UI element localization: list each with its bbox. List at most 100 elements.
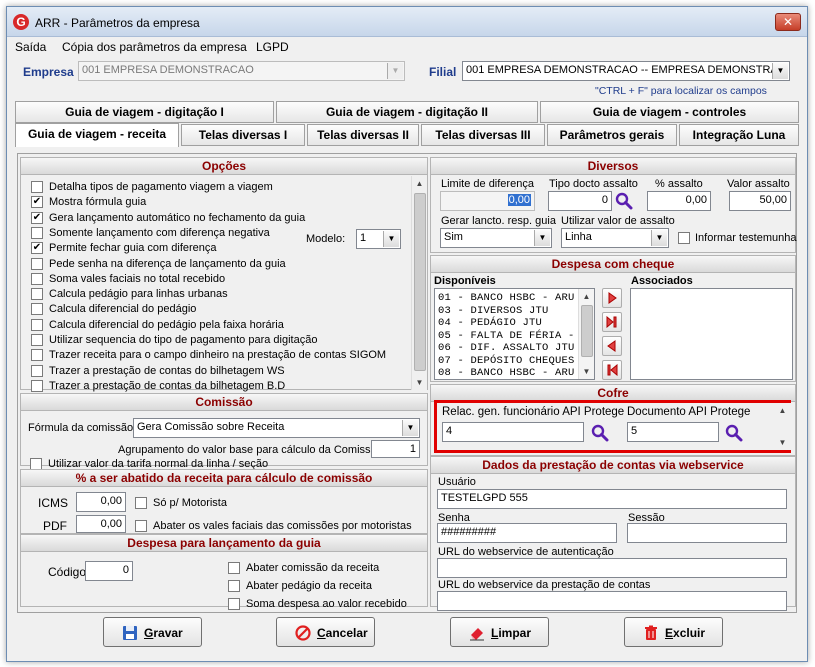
abatido-group: % a ser abatido da receita para cálculo … xyxy=(20,469,428,534)
list-item[interactable]: 07 - DEPÓSITO CHEQUES xyxy=(435,355,594,368)
opcoes-scrollbar[interactable]: ▲ ▼ xyxy=(411,176,427,390)
abater-comissao-checkbox[interactable] xyxy=(228,562,240,574)
list-item[interactable]: 08 - BANCO HSBC - ARU xyxy=(435,367,594,379)
diversos-title: Diversos xyxy=(431,158,795,175)
associados-list[interactable] xyxy=(630,288,793,380)
modelo-value: 1 xyxy=(360,232,367,244)
codigo-input[interactable]: 0 xyxy=(85,561,133,581)
list-item[interactable]: 04 - PEDÁGIO JTU xyxy=(435,317,594,330)
scroll-down-icon[interactable]: ▼ xyxy=(579,364,594,379)
modelo-select[interactable]: 1 ▼ xyxy=(356,229,401,249)
opcoes-checkbox[interactable] xyxy=(31,379,43,392)
limite-input[interactable]: 0,00 xyxy=(440,191,535,211)
menu-bar: Saída Cópia dos parâmetros da empresa LG… xyxy=(7,37,807,57)
remove-button[interactable] xyxy=(602,336,622,356)
tab-receita[interactable]: Guia de viagem - receita xyxy=(15,123,179,147)
add-all-button[interactable] xyxy=(602,312,622,332)
add-button[interactable] xyxy=(602,288,622,308)
scroll-down-icon[interactable]: ▼ xyxy=(412,375,427,390)
informar-testemunha-checkbox[interactable] xyxy=(678,232,690,244)
abatido-title: % a ser abatido da receita para cálculo … xyxy=(21,470,427,487)
menu-lgpd[interactable]: LGPD xyxy=(256,40,289,54)
search-icon[interactable] xyxy=(725,424,743,442)
cofre-scrollbar[interactable]: ▲ ▼ xyxy=(775,403,791,450)
tipo-docto-label: Tipo docto assalto xyxy=(549,178,638,190)
relac-input[interactable]: 4 xyxy=(442,422,584,442)
search-icon[interactable] xyxy=(615,192,633,210)
utilizar-valor-select[interactable]: Linha ▼ xyxy=(561,228,669,248)
tab-telas-3[interactable]: Telas diversas III xyxy=(421,124,545,146)
scroll-thumb[interactable] xyxy=(414,193,426,371)
doc-input[interactable]: 5 xyxy=(627,422,719,442)
scroll-up-icon[interactable]: ▲ xyxy=(775,403,790,418)
opcoes-checkbox[interactable] xyxy=(31,226,43,239)
pdf-input[interactable]: 0,00 xyxy=(76,515,126,533)
valor-assalto-input[interactable]: 50,00 xyxy=(729,191,791,211)
excluir-button[interactable]: Excluir xyxy=(624,617,723,647)
list-item[interactable]: 03 - DIVERSOS JTU xyxy=(435,305,594,318)
cancelar-button[interactable]: Cancelar xyxy=(276,617,375,647)
tab-digitacao-1[interactable]: Guia de viagem - digitação I xyxy=(15,101,274,123)
tipo-docto-input[interactable]: 0 xyxy=(548,191,612,211)
filial-select[interactable]: 001 EMPRESA DEMONSTRACAO -- EMPRESA DEMO… xyxy=(462,61,790,81)
opcoes-checkbox[interactable] xyxy=(31,364,43,377)
close-button[interactable]: ✕ xyxy=(775,13,801,31)
cheque-group: Despesa com cheque Disponíveis Associado… xyxy=(430,255,796,382)
opcoes-checkbox[interactable] xyxy=(31,318,43,331)
opcoes-checkbox[interactable] xyxy=(31,181,43,193)
list-item[interactable]: 01 - BANCO HSBC - ARU xyxy=(435,292,594,305)
senha-input[interactable]: ######### xyxy=(437,523,617,543)
opcoes-checkbox[interactable] xyxy=(31,303,43,316)
list-item[interactable]: 06 - DIF. ASSALTO JTU xyxy=(435,342,594,355)
search-icon[interactable] xyxy=(591,424,609,442)
tab-controles[interactable]: Guia de viagem - controles xyxy=(540,101,799,123)
usuario-input[interactable]: TESTELGPD 555 xyxy=(437,489,787,509)
tab-integracao-luna[interactable]: Integração Luna xyxy=(679,124,799,146)
opcoes-checkbox[interactable] xyxy=(31,272,43,285)
scroll-up-icon[interactable]: ▲ xyxy=(579,289,594,304)
url-auth-input[interactable] xyxy=(437,558,787,578)
url-prest-input[interactable] xyxy=(437,591,787,611)
tab-telas-2[interactable]: Telas diversas II xyxy=(307,124,419,146)
list-item[interactable]: 05 - FALTA DE FÉRIA - xyxy=(435,330,594,343)
abater-vales-checkbox[interactable] xyxy=(135,520,147,532)
main-window: G ARR - Parâmetros da empresa ✕ Saída Có… xyxy=(6,6,808,662)
opcoes-checkbox[interactable] xyxy=(31,334,43,346)
abater-pedagio-checkbox[interactable] xyxy=(228,580,240,592)
gerar-lancto-select[interactable]: Sim ▼ xyxy=(440,228,552,248)
disponiveis-list[interactable]: 01 - BANCO HSBC - ARU 03 - DIVERSOS JTU 04… xyxy=(434,288,595,380)
limpar-button[interactable]: Limpar xyxy=(450,617,549,647)
tab-telas-1[interactable]: Telas diversas I xyxy=(181,124,305,146)
opcoes-checkbox[interactable]: ✔ xyxy=(31,211,43,224)
scroll-up-icon[interactable]: ▲ xyxy=(412,176,427,191)
despesa-lanc-title: Despesa para lançamento da guia xyxy=(21,535,427,552)
sessao-input[interactable] xyxy=(627,523,787,543)
opcoes-checkbox[interactable]: ✔ xyxy=(31,242,43,255)
menu-saida[interactable]: Saída xyxy=(15,40,46,54)
scroll-down-icon[interactable]: ▼ xyxy=(775,435,790,450)
tab-parametros-gerais[interactable]: Parâmetros gerais xyxy=(547,124,677,146)
soma-despesa-checkbox[interactable] xyxy=(228,598,240,610)
empresa-select[interactable]: 001 EMPRESA DEMONSTRACAO ▼ xyxy=(78,61,405,81)
gravar-button[interactable]: Gravar xyxy=(103,617,202,647)
opcoes-checkbox[interactable] xyxy=(31,257,43,270)
agrupamento-input[interactable]: 1 xyxy=(371,440,420,458)
cancel-icon xyxy=(295,625,311,641)
tab-digitacao-2[interactable]: Guia de viagem - digitação II xyxy=(276,101,538,123)
scroll-thumb[interactable] xyxy=(581,305,593,357)
menu-copia[interactable]: Cópia dos parâmetros da empresa xyxy=(62,40,247,54)
disponiveis-scrollbar[interactable]: ▲ ▼ xyxy=(578,289,594,379)
webservice-group: Dados da prestação de contas via webserv… xyxy=(430,456,796,611)
so-motorista-checkbox[interactable] xyxy=(135,497,147,509)
opcoes-checkbox[interactable] xyxy=(31,349,43,362)
opcoes-checkbox[interactable]: ✔ xyxy=(31,196,43,209)
icms-input[interactable]: 0,00 xyxy=(76,492,126,512)
remove-all-button[interactable] xyxy=(602,360,622,380)
codigo-label: Código xyxy=(48,565,87,579)
opcoes-checkbox[interactable] xyxy=(31,288,43,301)
disponiveis-label: Disponíveis xyxy=(434,275,496,287)
pct-assalto-input[interactable]: 0,00 xyxy=(647,191,711,211)
formula-select[interactable]: Gera Comissão sobre Receita ▼ xyxy=(133,418,420,438)
cheque-title: Despesa com cheque xyxy=(431,256,795,273)
empresa-label: Empresa xyxy=(23,65,74,79)
